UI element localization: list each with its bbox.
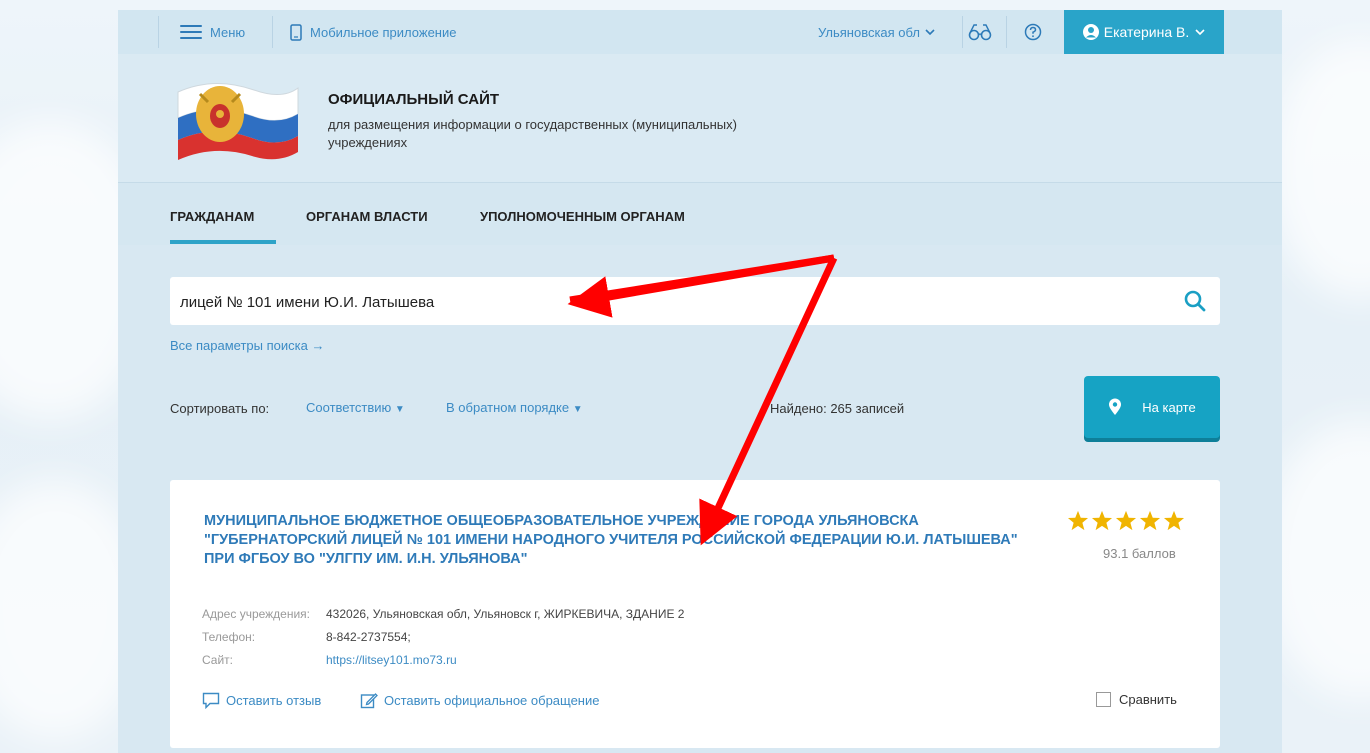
- nav-citizens[interactable]: ГРАЖДАНАМ: [170, 209, 254, 224]
- menu-label: Меню: [210, 24, 246, 40]
- page-container: Меню Мобильное приложение Ульяновская об…: [118, 10, 1282, 753]
- leave-review-button[interactable]: Оставить отзыв: [202, 692, 321, 709]
- sort-relevance-dropdown[interactable]: Соответствию ▼: [306, 400, 405, 415]
- results-count: Найдено: 265 записей: [770, 401, 905, 416]
- compare-checkbox[interactable]: Сравнить: [1096, 692, 1177, 707]
- all-search-params-link[interactable]: Все параметры поиска →: [170, 338, 324, 353]
- checkbox-box[interactable]: [1096, 692, 1111, 707]
- rating-score: 93.1 баллов: [1103, 546, 1176, 561]
- divider: [272, 16, 273, 48]
- search-box: [170, 277, 1220, 327]
- main-nav: ГРАЖДАНАМ ОРГАНАМ ВЛАСТИ УПОЛНОМОЧЕННЫМ …: [118, 182, 1282, 245]
- map-button-label: На карте: [1142, 399, 1196, 415]
- sort-label: Сортировать по:: [170, 401, 270, 416]
- result-card: МУНИЦИПАЛЬНОЕ БЮДЖЕТНОЕ ОБЩЕОБРАЗОВАТЕЛЬ…: [170, 480, 1220, 748]
- official-appeal-label: Оставить официальное обращение: [384, 693, 600, 708]
- caret-down-icon: ▼: [394, 404, 405, 415]
- comment-icon: [202, 692, 220, 709]
- show-on-map-button[interactable]: На карте: [1084, 376, 1220, 438]
- help-icon: [1024, 23, 1042, 41]
- divider: [962, 16, 963, 48]
- region-label: Ульяновская обл: [818, 24, 920, 40]
- star-icon: [1115, 510, 1137, 531]
- menu-button[interactable]: Меню: [180, 10, 245, 54]
- address-label: Адрес учреждения:: [202, 607, 311, 621]
- edit-icon: [360, 693, 378, 709]
- map-pin-icon: [1109, 398, 1122, 415]
- active-tab-indicator: [170, 240, 276, 244]
- user-avatar-icon: [1082, 24, 1099, 40]
- star-icon: [1163, 510, 1185, 531]
- site-label: Сайт:: [202, 653, 234, 667]
- official-appeal-button[interactable]: Оставить официальное обращение: [360, 692, 599, 709]
- divider: [1006, 16, 1007, 48]
- star-icon: [1139, 510, 1161, 531]
- phone-value: 8-842-2737554;: [326, 630, 411, 644]
- sort-order-dropdown[interactable]: В обратном порядке ▼: [446, 400, 583, 415]
- sort-relevance-label: Соответствию: [306, 400, 392, 415]
- site-header: ОФИЦИАЛЬНЫЙ САЙТ для размещения информац…: [118, 54, 1282, 182]
- site-title: ОФИЦИАЛЬНЫЙ САЙТ: [328, 91, 500, 108]
- mobile-app-label: Мобильное приложение: [310, 24, 457, 40]
- star-icon: [1067, 510, 1089, 531]
- leave-review-label: Оставить отзыв: [226, 693, 322, 708]
- glasses-icon: [968, 24, 992, 41]
- hamburger-icon: [180, 25, 202, 39]
- help-button[interactable]: [1024, 10, 1042, 54]
- chevron-down-icon: [1195, 28, 1205, 35]
- search-icon[interactable]: [1184, 290, 1206, 312]
- divider: [158, 16, 159, 48]
- phone-label: Телефон:: [202, 630, 256, 644]
- address-value: 432026, Ульяновская обл, Ульяновск г, ЖИ…: [326, 607, 685, 621]
- user-name: Екатерина В.: [1103, 24, 1190, 40]
- institution-title-link[interactable]: МУНИЦИПАЛЬНОЕ БЮДЖЕТНОЕ ОБЩЕОБРАЗОВАТЕЛЬ…: [204, 512, 1044, 569]
- chevron-down-icon: [925, 28, 935, 35]
- site-link[interactable]: https://litsey101.mo73.ru: [326, 653, 457, 667]
- site-logo[interactable]: [174, 74, 302, 164]
- sort-order-label: В обратном порядке: [446, 400, 570, 415]
- smartphone-icon: [290, 23, 302, 41]
- site-subtitle: для размещения информации о государствен…: [328, 117, 737, 150]
- nav-authorized-bodies[interactable]: УПОЛНОМОЧЕННЫМ ОРГАНАМ: [480, 209, 685, 224]
- rating-stars: [1067, 510, 1185, 531]
- compare-label: Сравнить: [1119, 692, 1177, 707]
- mobile-app-link[interactable]: Мобильное приложение: [290, 10, 456, 54]
- search-input[interactable]: [178, 277, 1162, 327]
- star-icon: [1091, 510, 1113, 531]
- top-bar: Меню Мобильное приложение Ульяновская об…: [118, 10, 1282, 54]
- region-selector[interactable]: Ульяновская обл: [818, 10, 935, 54]
- user-menu-button[interactable]: Екатерина В.: [1064, 10, 1224, 54]
- nav-authorities[interactable]: ОРГАНАМ ВЛАСТИ: [306, 209, 428, 224]
- accessibility-button[interactable]: [968, 10, 992, 54]
- caret-down-icon: ▼: [572, 404, 583, 415]
